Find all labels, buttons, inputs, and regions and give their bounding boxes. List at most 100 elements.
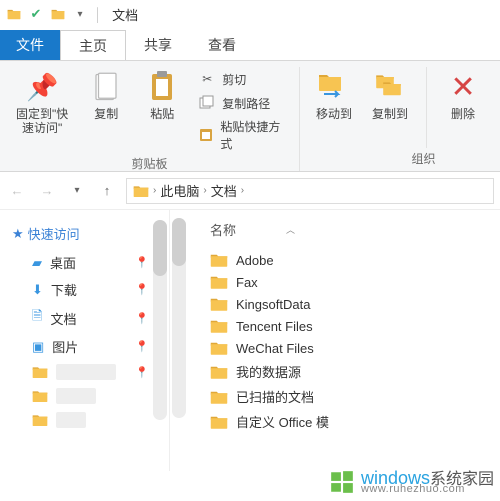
- list-item[interactable]: 已扫描的文档: [204, 384, 500, 409]
- cut-label: 剪切: [222, 71, 246, 88]
- content-area: ★ 快速访问 ▰ 桌面 📍 ⬇ 下载 📍 🗎 文档 📍 ▣ 图片 📍 📍: [0, 210, 500, 471]
- moveto-icon: [316, 69, 352, 105]
- list-item[interactable]: 自定义 Office 模: [204, 409, 500, 434]
- nav-recent-icon[interactable]: ▾: [66, 180, 88, 202]
- nav-up-icon[interactable]: ↑: [96, 180, 118, 202]
- folder-icon: [210, 414, 228, 430]
- sidebar-item-label: 下载: [51, 280, 77, 299]
- copy-icon: [88, 69, 124, 105]
- pin-quickaccess-button[interactable]: 📌 固定到"快 速访问": [10, 67, 74, 137]
- navpane-scrollbar[interactable]: [153, 220, 167, 420]
- pasteshortcut-button[interactable]: 粘贴快捷方式: [194, 117, 289, 153]
- copypath-label: 复制路径: [222, 95, 270, 112]
- paste-button[interactable]: 粘贴: [138, 67, 186, 123]
- crumb-root[interactable]: 此电脑: [160, 181, 199, 200]
- cut-icon: ✂: [198, 70, 216, 88]
- pasteshortcut-icon: [198, 126, 214, 144]
- list-item[interactable]: Tencent Files: [204, 315, 500, 337]
- list-item-label: KingsoftData: [236, 297, 310, 312]
- tab-share[interactable]: 共享: [126, 30, 190, 60]
- list-item-label: 自定义 Office 模: [236, 412, 329, 431]
- list-item-label: Tencent Files: [236, 319, 313, 334]
- sort-indicator-icon: ︿: [286, 223, 295, 236]
- qat-check-icon[interactable]: ✔: [28, 6, 44, 22]
- clipboard-group-label: 剪贴板: [131, 153, 167, 176]
- list-item[interactable]: WeChat Files: [204, 337, 500, 359]
- chevron-right-icon[interactable]: ›: [241, 185, 244, 196]
- copy-button[interactable]: 复制: [82, 67, 130, 123]
- folder-icon: [32, 389, 48, 403]
- list-item[interactable]: Fax: [204, 271, 500, 293]
- pin-icon: 📍: [135, 312, 149, 325]
- quickaccess-label: 快速访问: [28, 224, 80, 243]
- nav-pane: ★ 快速访问 ▰ 桌面 📍 ⬇ 下载 📍 🗎 文档 📍 ▣ 图片 📍 📍: [0, 210, 170, 471]
- rename-button[interactable]: 重: [495, 67, 500, 123]
- cut-button[interactable]: ✂ 剪切: [194, 69, 289, 89]
- folder-icon: [210, 252, 228, 268]
- list-item[interactable]: KingsoftData: [204, 293, 500, 315]
- sidebar-item-downloads[interactable]: ⬇ 下载 📍: [6, 276, 169, 303]
- pin-icon: 📌: [24, 69, 60, 105]
- list-item[interactable]: Adobe: [204, 249, 500, 271]
- delete-icon: ✕: [445, 69, 481, 105]
- sidebar-item-blurred[interactable]: [6, 408, 169, 432]
- folder-icon: [210, 318, 228, 334]
- tab-file[interactable]: 文件: [0, 30, 60, 60]
- nav-back-icon[interactable]: ←: [6, 180, 28, 202]
- moveto-button[interactable]: 移动到: [310, 67, 358, 123]
- pictures-icon: ▣: [32, 339, 44, 355]
- documents-icon: 🗎: [32, 307, 42, 329]
- tab-view[interactable]: 查看: [190, 30, 254, 60]
- address-bar[interactable]: › 此电脑 › 文档 ›: [126, 178, 494, 204]
- sidebar-item-pictures[interactable]: ▣ 图片 📍: [6, 333, 169, 360]
- copyto-button[interactable]: 复制到: [366, 67, 414, 123]
- nav-forward-icon[interactable]: →: [36, 180, 58, 202]
- list-item[interactable]: 我的数据源: [204, 359, 500, 384]
- pin-icon: 📍: [135, 366, 149, 379]
- folder-icon: [210, 340, 228, 356]
- window-title: 文档: [112, 5, 138, 24]
- folder-icon: [210, 296, 228, 312]
- chevron-right-icon[interactable]: ›: [203, 185, 206, 196]
- delete-button[interactable]: ✕ 删除: [439, 67, 487, 123]
- copyto-label: 复制到: [372, 107, 408, 121]
- sidebar-item-blurred[interactable]: [6, 384, 169, 408]
- sidebar-item-label: 文档: [50, 309, 76, 328]
- windows-logo-icon: [329, 469, 355, 495]
- pin-icon: 📍: [135, 340, 149, 353]
- copypath-button[interactable]: 复制路径: [194, 93, 289, 113]
- sidebar-item-documents[interactable]: 🗎 文档 📍: [6, 303, 169, 333]
- column-header-label: 名称: [210, 220, 236, 239]
- list-item-label: 我的数据源: [236, 362, 301, 381]
- folder-icon: [50, 6, 66, 22]
- list-item-label: 已扫描的文档: [236, 387, 314, 406]
- folder-icon: [133, 184, 149, 198]
- watermark-sub: www.ruhezhuo.com: [361, 484, 494, 495]
- sidebar-item-blurred[interactable]: 📍: [6, 360, 169, 384]
- chevron-right-icon[interactable]: ›: [153, 185, 156, 196]
- blurred-label: [56, 388, 96, 404]
- ribbon: 📌 固定到"快 速访问" 复制 粘贴 ✂ 剪切 复制路: [0, 60, 500, 172]
- folder-icon: [32, 413, 48, 427]
- folder-icon: [210, 389, 228, 405]
- quickaccess-header[interactable]: ★ 快速访问: [6, 224, 169, 243]
- star-icon: ★: [12, 226, 24, 242]
- sidebar-item-desktop[interactable]: ▰ 桌面 📍: [6, 249, 169, 276]
- crumb-folder[interactable]: 文档: [211, 181, 237, 200]
- folder-icon: [210, 364, 228, 380]
- column-header-name[interactable]: 名称 ︿: [204, 216, 500, 249]
- downloads-icon: ⬇: [32, 282, 43, 298]
- copyto-icon: [372, 69, 408, 105]
- pin-icon: 📍: [135, 283, 149, 296]
- sidebar-item-label: 桌面: [50, 253, 76, 272]
- blurred-label: [56, 364, 116, 380]
- qat-dropdown-icon[interactable]: ▾: [72, 6, 88, 22]
- list-pane: 名称 ︿ AdobeFax KingsoftData Tencent Files We…: [170, 210, 500, 471]
- nav-row: ← → ▾ ↑ › 此电脑 › 文档 ›: [0, 172, 500, 210]
- sidebar-item-label: 图片: [52, 337, 78, 356]
- ribbon-tabs: 文件 主页 共享 查看: [0, 28, 500, 60]
- listpane-scrollbar[interactable]: [172, 218, 186, 418]
- watermark: windows系统家园 www.ruhezhuo.com: [329, 469, 494, 495]
- tab-home[interactable]: 主页: [60, 30, 126, 60]
- organize-group-label: 组织: [411, 148, 435, 171]
